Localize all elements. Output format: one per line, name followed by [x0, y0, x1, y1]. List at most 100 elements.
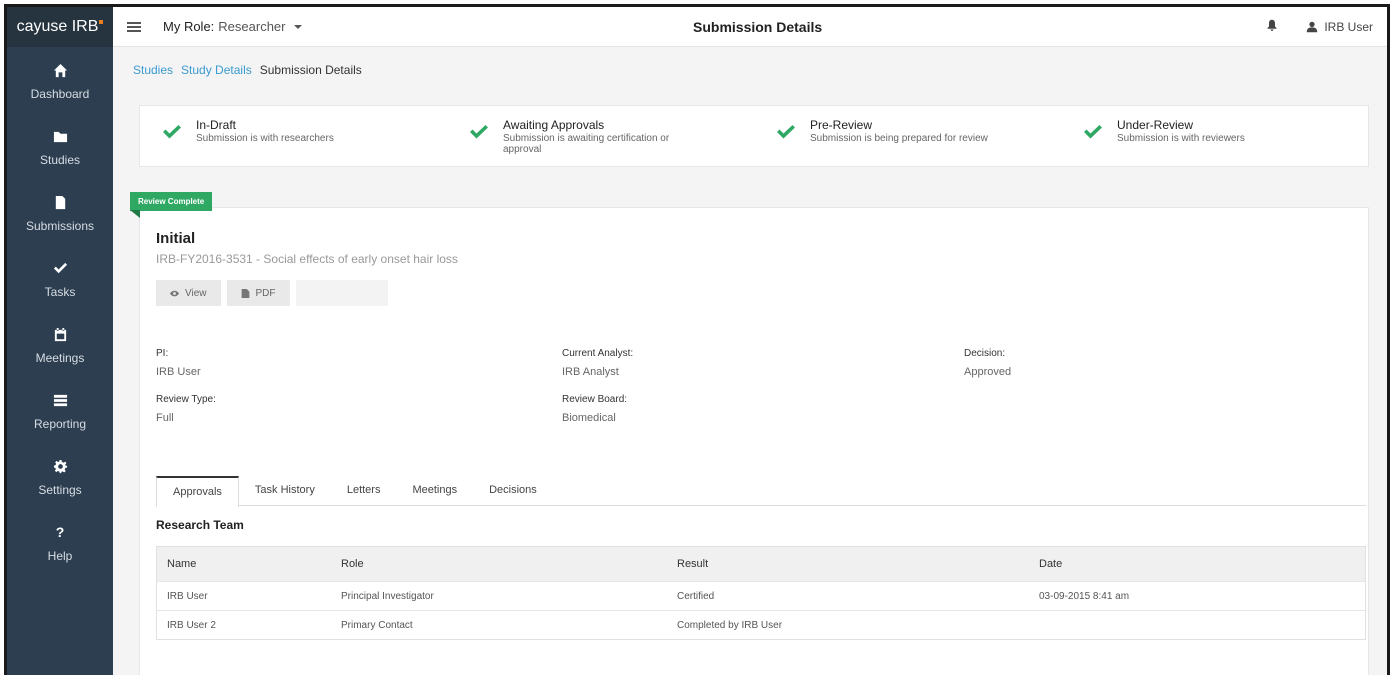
folder-icon	[49, 125, 71, 147]
step-pre-review: Pre-Review Submission is being prepared f…	[754, 106, 1061, 166]
review-board-field: Review Board: Biomedical	[562, 394, 627, 424]
sidebar-item-help[interactable]: ? Help	[7, 509, 113, 575]
file-icon	[241, 288, 249, 298]
pdf-button[interactable]: PDF	[226, 280, 290, 306]
tab-approvals[interactable]: Approvals	[156, 476, 239, 507]
submission-details: PI: IRB User Current Analyst: IRB Analys…	[156, 348, 1356, 438]
decision-field: Decision: Approved	[964, 348, 1011, 378]
check-icon	[162, 118, 182, 145]
sidebar-item-label: Reporting	[33, 417, 87, 431]
submission-title: Initial	[156, 230, 196, 247]
cell-date: 03-09-2015 8:41 am	[1039, 590, 1130, 602]
page-title: Submission Details	[693, 18, 823, 35]
review-type-label: Review Type:	[156, 394, 216, 405]
question-icon: ?	[55, 524, 65, 540]
review-type-value: Full	[156, 412, 174, 424]
tab-meetings[interactable]: Meetings	[396, 476, 473, 505]
sidebar-item-label: Dashboard	[30, 87, 90, 101]
cell-result: Certified	[677, 590, 715, 602]
role-selector[interactable]: My Role: Researcher	[163, 19, 302, 34]
check-icon	[49, 257, 71, 279]
research-team-table: Name Role Result Date IRB User Principal…	[156, 546, 1366, 640]
sidebar-item-reporting[interactable]: Reporting	[7, 377, 113, 443]
analyst-value: IRB Analyst	[562, 366, 619, 378]
step-title: Under-Review	[1117, 118, 1194, 132]
tab-decisions[interactable]: Decisions	[473, 476, 553, 505]
review-type-field: Review Type: Full	[156, 394, 216, 424]
user-icon	[1307, 21, 1318, 32]
analyst-field: Current Analyst: IRB Analyst	[562, 348, 633, 378]
calendar-icon	[49, 323, 71, 345]
column-header-result[interactable]: Result	[677, 558, 1039, 570]
sidebar-item-label: Studies	[39, 153, 81, 167]
table-row: IRB User Principal Investigator Certifie…	[157, 581, 1365, 610]
breadcrumb-studies[interactable]: Studies	[133, 63, 173, 77]
view-label: View	[185, 287, 207, 299]
blank-button[interactable]	[295, 280, 388, 306]
breadcrumb: Studies Study Details Submission Details	[133, 63, 362, 77]
submission-card: Review Complete Initial IRB-FY2016-3531 …	[130, 192, 1369, 675]
column-header-role[interactable]: Role	[341, 558, 677, 570]
decision-label: Decision:	[964, 348, 1006, 359]
review-board-label: Review Board:	[562, 394, 628, 405]
cell-role: Primary Contact	[341, 619, 413, 631]
sidebar-item-label: Settings	[38, 483, 82, 497]
step-desc: Submission is with reviewers	[1117, 133, 1245, 144]
step-title: In-Draft	[196, 118, 237, 132]
sidebar-item-tasks[interactable]: Tasks	[7, 245, 113, 311]
step-desc: Submission is with researchers	[196, 133, 334, 144]
tab-bar: Approvals Task History Letters Meetings …	[156, 476, 1366, 507]
pdf-label: PDF	[255, 287, 276, 299]
bell-icon[interactable]	[1266, 19, 1278, 34]
decision-value: Approved	[964, 366, 1012, 378]
table-row: IRB User 2 Primary Contact Completed by …	[157, 610, 1365, 639]
menu-icon[interactable]	[127, 20, 141, 34]
user-menu[interactable]: IRB User	[1306, 20, 1373, 34]
role-label: My Role:	[163, 19, 215, 34]
step-desc: Submission is being prepared for review	[810, 133, 988, 144]
status-badge: Review Complete	[130, 192, 213, 211]
eye-icon	[170, 290, 179, 296]
user-name: IRB User	[1324, 19, 1373, 34]
sidebar-item-submissions[interactable]: Submissions	[7, 179, 113, 245]
step-title: Pre-Review	[810, 118, 873, 132]
sidebar-item-label: Meetings	[35, 351, 85, 365]
step-in-draft: In-Draft Submission is with researchers	[140, 106, 447, 166]
step-desc: Submission is awaiting certification or …	[503, 133, 670, 155]
cell-result: Completed by IRB User	[677, 619, 783, 631]
app-window: cayuse IRB Dashboard Studies Submissions…	[4, 4, 1390, 675]
breadcrumb-current: Submission Details	[259, 63, 362, 77]
document-icon	[49, 191, 71, 213]
sidebar-item-settings[interactable]: Settings	[7, 443, 113, 509]
tab-task-history[interactable]: Task History	[239, 476, 331, 505]
top-bar: My Role: Researcher Submission Details I…	[113, 7, 1387, 47]
breadcrumb-study-details[interactable]: Study Details	[181, 63, 252, 77]
sidebar-item-label: Help	[47, 549, 73, 563]
table-header: Name Role Result Date	[157, 547, 1365, 581]
sidebar-item-studies[interactable]: Studies	[7, 113, 113, 179]
chevron-down-icon	[293, 24, 302, 29]
sidebar-item-dashboard[interactable]: Dashboard	[7, 47, 113, 113]
app-logo[interactable]: cayuse IRB	[7, 7, 113, 47]
column-header-name[interactable]: Name	[157, 558, 341, 570]
sidebar: cayuse IRB Dashboard Studies Submissions…	[7, 7, 113, 675]
research-team-heading: Research Team	[156, 518, 244, 532]
sidebar-item-meetings[interactable]: Meetings	[7, 311, 113, 377]
role-value: Researcher	[218, 19, 286, 34]
pi-label: PI:	[156, 348, 169, 359]
logo-accent	[99, 20, 104, 24]
badge-tail	[130, 210, 140, 218]
sidebar-item-label: Submissions	[25, 219, 95, 233]
submission-description: IRB-FY2016-3531 - Social effects of earl…	[156, 252, 458, 266]
column-header-date[interactable]: Date	[1039, 558, 1365, 570]
tab-letters[interactable]: Letters	[331, 476, 397, 505]
pi-field: PI: IRB User	[156, 348, 201, 378]
sidebar-item-label: Tasks	[44, 285, 76, 299]
analyst-label: Current Analyst:	[562, 348, 634, 359]
cell-name: IRB User	[167, 590, 208, 602]
view-button[interactable]: View	[156, 280, 221, 306]
check-icon	[1083, 118, 1103, 145]
logo-text: cayuse IRB	[16, 18, 99, 35]
gear-icon	[49, 455, 71, 477]
step-title: Awaiting Approvals	[503, 118, 605, 132]
